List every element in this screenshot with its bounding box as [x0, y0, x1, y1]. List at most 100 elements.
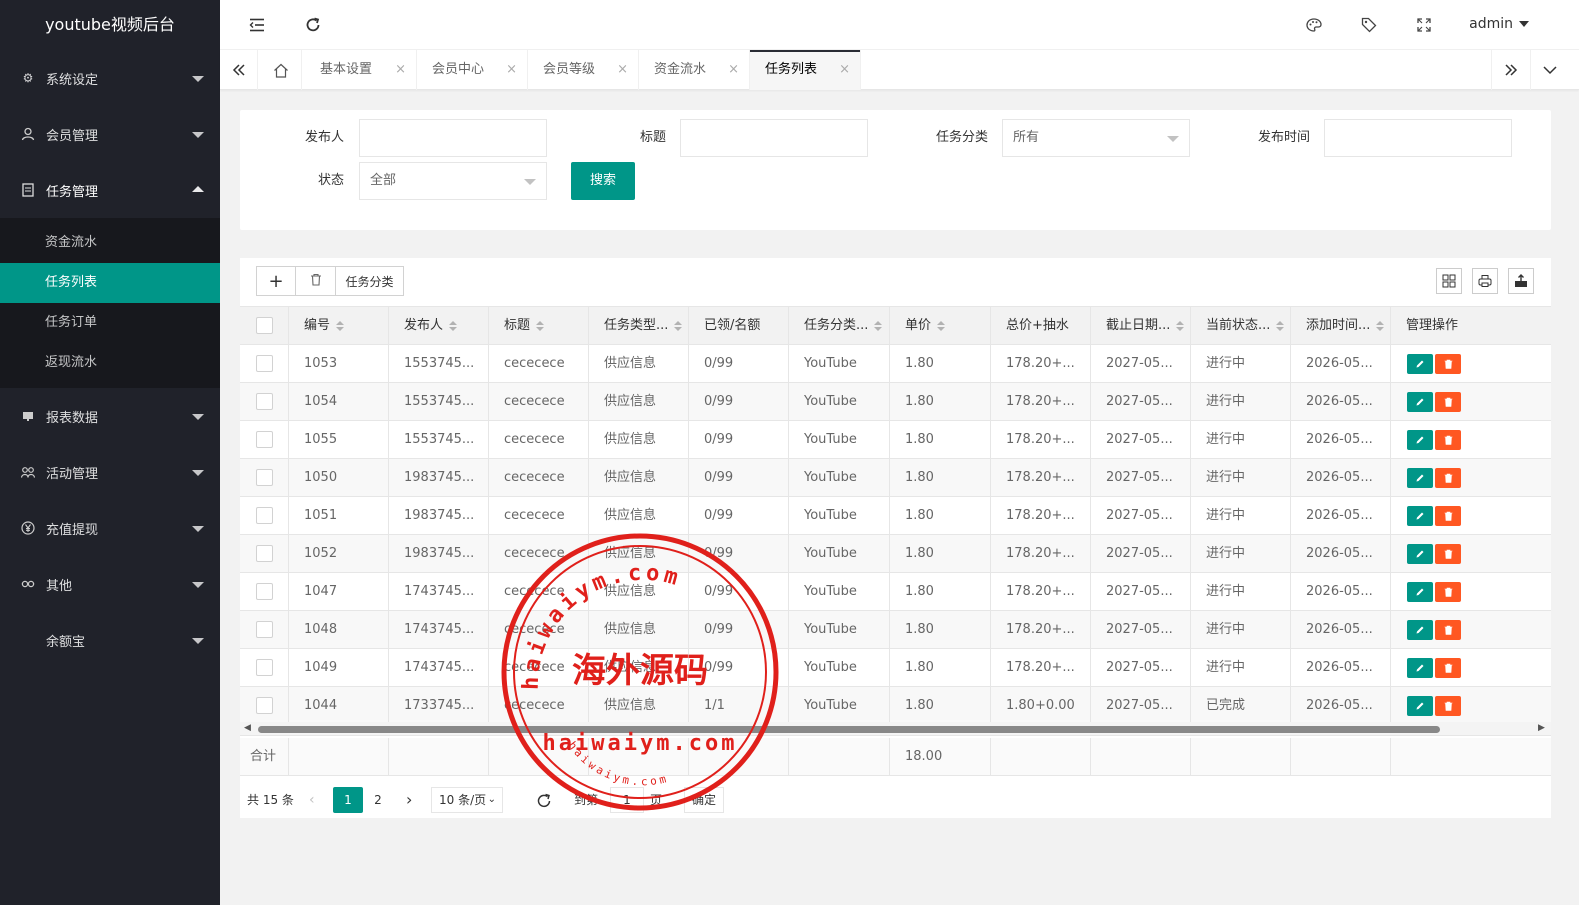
sort-icon[interactable]	[937, 320, 946, 331]
scroll-right-icon[interactable]: ▶	[1538, 723, 1545, 733]
title-input[interactable]	[680, 119, 868, 157]
sidebar-item-activities[interactable]: 活动管理	[0, 444, 220, 500]
sidebar-subitem-task-list[interactable]: 任务列表	[0, 263, 220, 303]
edit-button[interactable]	[1407, 582, 1433, 602]
sidebar-item-recharge-withdraw[interactable]: 充值提现	[0, 500, 220, 556]
tag-icon[interactable]	[1359, 15, 1379, 35]
menu-collapse-icon[interactable]	[247, 15, 267, 35]
close-icon[interactable]: ×	[728, 50, 739, 90]
sidebar-item-system-settings[interactable]: ⚙ 系统设定	[0, 50, 220, 106]
sort-icon[interactable]	[674, 320, 683, 331]
delete-row-button[interactable]	[1435, 506, 1461, 526]
row-checkbox[interactable]	[256, 545, 273, 562]
edit-button[interactable]	[1407, 544, 1433, 564]
sidebar-item-balance-treasure[interactable]: 余额宝	[0, 612, 220, 668]
page-2[interactable]: 2	[363, 787, 393, 813]
tab-fund-flow[interactable]: 资金流水 ×	[639, 50, 750, 90]
sidebar-subitem-cashback-flow[interactable]: 返现流水	[0, 343, 220, 383]
publisher-input[interactable]	[359, 119, 547, 157]
close-icon[interactable]: ×	[506, 50, 517, 90]
edit-button[interactable]	[1407, 620, 1433, 640]
delete-row-button[interactable]	[1435, 354, 1461, 374]
close-icon[interactable]: ×	[395, 50, 406, 90]
close-icon[interactable]: ×	[839, 50, 850, 90]
delete-row-button[interactable]	[1435, 430, 1461, 450]
sidebar-item-members[interactable]: 会员管理	[0, 106, 220, 162]
delete-row-button[interactable]	[1435, 544, 1461, 564]
tab-basic-settings[interactable]: 基本设置 ×	[305, 50, 417, 90]
row-checkbox[interactable]	[256, 697, 273, 714]
edit-button[interactable]	[1407, 506, 1433, 526]
delete-row-button[interactable]	[1435, 392, 1461, 412]
tab-member-level[interactable]: 会员等级 ×	[528, 50, 639, 90]
tabs-menu-chevron-down-icon[interactable]	[1530, 50, 1568, 90]
sidebar-item-other[interactable]: 其他	[0, 556, 220, 612]
add-button[interactable]: +	[256, 266, 296, 296]
publish-time-input[interactable]	[1324, 119, 1512, 157]
theme-palette-icon[interactable]	[1304, 15, 1324, 35]
print-icon[interactable]	[1472, 268, 1498, 294]
delete-row-button[interactable]	[1435, 658, 1461, 678]
edit-button[interactable]	[1407, 468, 1433, 488]
tab-task-list[interactable]: 任务列表 ×	[750, 50, 861, 90]
sidebar-subitem-fund-flow[interactable]: 资金流水	[0, 223, 220, 263]
home-icon[interactable]	[260, 50, 302, 90]
sidebar-item-reports[interactable]: 报表数据	[0, 388, 220, 444]
goto-page-input[interactable]: 1	[610, 787, 644, 813]
sort-icon[interactable]	[449, 320, 458, 331]
tab-member-center[interactable]: 会员中心 ×	[417, 50, 528, 90]
row-checkbox[interactable]	[256, 431, 273, 448]
tabs-scroll-left-icon[interactable]	[220, 50, 258, 90]
row-checkbox[interactable]	[256, 393, 273, 410]
search-button[interactable]: 搜索	[571, 162, 635, 200]
fullscreen-icon[interactable]	[1414, 15, 1434, 35]
delete-row-button[interactable]	[1435, 620, 1461, 640]
next-page-icon[interactable]: ›	[406, 787, 412, 813]
edit-button[interactable]	[1407, 354, 1433, 374]
row-checkbox[interactable]	[256, 659, 273, 676]
refresh-page-icon[interactable]	[536, 787, 552, 813]
column-header-unit-price[interactable]: 单价	[890, 307, 991, 344]
page-size-select[interactable]: 10 条/页 ⌄	[431, 787, 503, 813]
column-header-task-type[interactable]: 任务类型...	[589, 307, 689, 344]
column-header-deadline[interactable]: 截止日期...	[1091, 307, 1191, 344]
goto-confirm-button[interactable]: 确定	[684, 787, 724, 813]
horizontal-scrollbar[interactable]: ◀ ▶	[240, 722, 1551, 736]
edit-button[interactable]	[1407, 392, 1433, 412]
column-header-publisher[interactable]: 发布人	[389, 307, 489, 344]
row-checkbox[interactable]	[256, 469, 273, 486]
sidebar-item-tasks[interactable]: 任务管理	[0, 162, 220, 218]
edit-button[interactable]	[1407, 696, 1433, 716]
delete-button[interactable]	[295, 266, 336, 296]
prev-page-icon[interactable]: ‹	[309, 787, 315, 813]
column-header-title[interactable]: 标题	[489, 307, 589, 344]
sort-icon[interactable]	[1276, 320, 1285, 331]
row-checkbox[interactable]	[256, 621, 273, 638]
row-checkbox[interactable]	[256, 507, 273, 524]
sort-icon[interactable]	[1176, 320, 1185, 331]
refresh-icon[interactable]	[303, 15, 323, 35]
column-header-id[interactable]: 编号	[289, 307, 389, 344]
close-icon[interactable]: ×	[617, 50, 628, 90]
sort-icon[interactable]	[1376, 320, 1385, 331]
category-select[interactable]: 所有	[1002, 119, 1190, 157]
sort-icon[interactable]	[874, 320, 883, 331]
edit-button[interactable]	[1407, 430, 1433, 450]
sidebar-subitem-task-orders[interactable]: 任务订单	[0, 303, 220, 343]
columns-filter-icon[interactable]	[1436, 268, 1462, 294]
delete-row-button[interactable]	[1435, 468, 1461, 488]
column-header-status[interactable]: 当前状态...	[1191, 307, 1291, 344]
sort-icon[interactable]	[536, 320, 545, 331]
sort-icon[interactable]	[336, 320, 345, 331]
status-select[interactable]: 全部	[359, 162, 547, 200]
user-menu[interactable]: admin	[1469, 16, 1529, 32]
scrollbar-thumb[interactable]	[258, 726, 1440, 733]
delete-row-button[interactable]	[1435, 582, 1461, 602]
row-checkbox[interactable]	[256, 583, 273, 600]
task-category-button[interactable]: 任务分类	[335, 266, 404, 296]
delete-row-button[interactable]	[1435, 696, 1461, 716]
tabs-scroll-right-icon[interactable]	[1491, 50, 1529, 90]
select-all-checkbox[interactable]	[256, 317, 273, 334]
column-header-task-category[interactable]: 任务分类...	[789, 307, 890, 344]
row-checkbox[interactable]	[256, 355, 273, 372]
